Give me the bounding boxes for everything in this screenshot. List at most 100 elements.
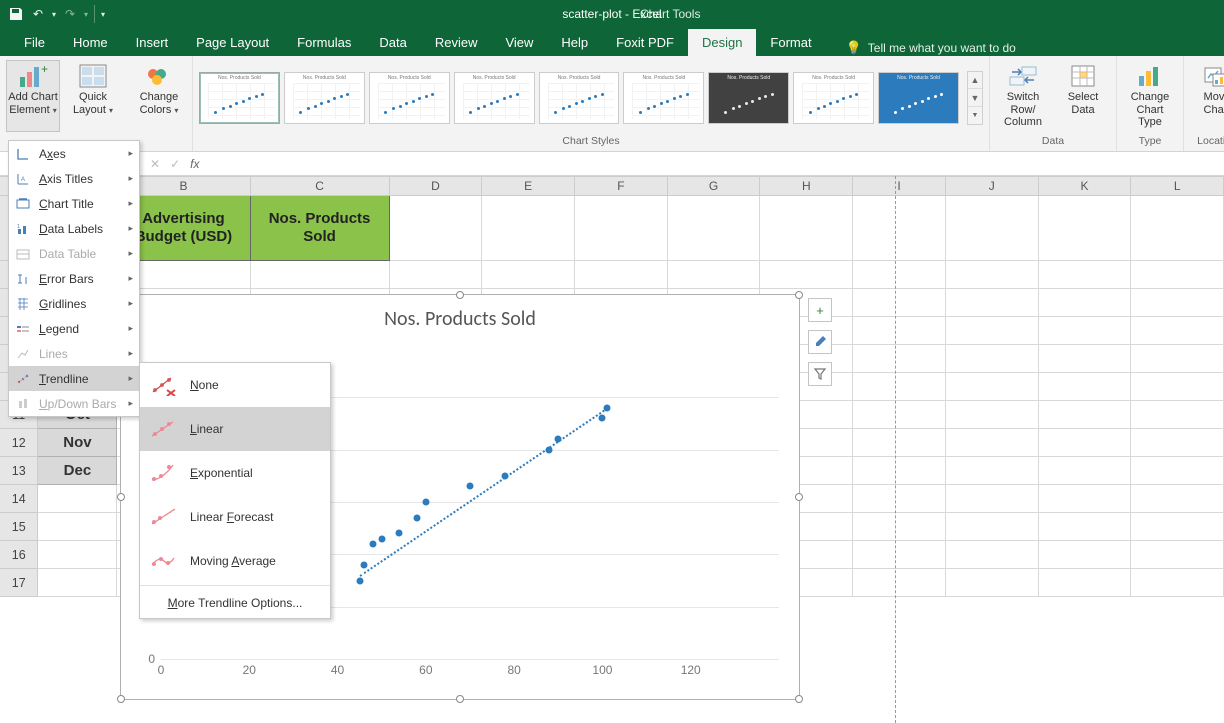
data-point[interactable] <box>361 561 368 568</box>
scroll-down-icon[interactable]: ▼ <box>968 89 982 107</box>
data-point[interactable] <box>422 499 429 506</box>
chart-style-thumb[interactable]: Nos. Products Sold <box>199 72 280 124</box>
chart-elements-button[interactable]: + <box>808 298 832 322</box>
cell-month[interactable]: Nov <box>38 429 117 457</box>
tab-file[interactable]: File <box>10 29 59 56</box>
formula-input[interactable] <box>209 152 1224 175</box>
undo-caret-icon[interactable]: ▾ <box>52 10 56 19</box>
ribbon-tabs: File Home Insert Page Layout Formulas Da… <box>0 28 1224 56</box>
data-point[interactable] <box>467 483 474 490</box>
x-tick-label: 120 <box>681 663 701 677</box>
row-header[interactable]: 16 <box>0 541 38 569</box>
tab-help[interactable]: Help <box>547 29 602 56</box>
menu-item-data-labels[interactable]: 1Data Labels▸ <box>9 216 139 241</box>
tell-me-search[interactable]: 💡 Tell me what you want to do <box>846 40 1016 56</box>
undo-icon[interactable]: ↶ <box>30 6 46 22</box>
row-header[interactable]: 15 <box>0 513 38 541</box>
column-header-E[interactable]: E <box>482 177 575 195</box>
lines-icon <box>15 346 31 362</box>
tab-home[interactable]: Home <box>59 29 122 56</box>
data-point[interactable] <box>599 415 606 422</box>
add-chart-element-button[interactable]: + Add Chart Element ▾ <box>6 60 60 132</box>
tab-review[interactable]: Review <box>421 29 492 56</box>
tab-design[interactable]: Design <box>688 29 756 56</box>
column-header-D[interactable]: D <box>390 177 483 195</box>
switch-row-column-button[interactable]: Switch Row/ Column <box>996 60 1050 132</box>
change-colors-button[interactable]: Change Colors ▾ <box>132 60 186 132</box>
trendline[interactable] <box>359 408 607 577</box>
menu-item-axis-titles[interactable]: AAxis Titles▸ <box>9 166 139 191</box>
data-point[interactable] <box>414 514 421 521</box>
chart-style-thumb[interactable]: Nos. Products Sold <box>878 72 959 124</box>
row-header[interactable]: 13 <box>0 457 38 485</box>
column-headers[interactable]: ABCDEFGHIJKL <box>0 176 1224 196</box>
chart-style-thumb[interactable]: Nos. Products Sold <box>708 72 789 124</box>
chart-style-thumb[interactable]: Nos. Products Sold <box>369 72 450 124</box>
tab-formulas[interactable]: Formulas <box>283 29 365 56</box>
tab-view[interactable]: View <box>491 29 547 56</box>
column-header-K[interactable]: K <box>1039 177 1132 195</box>
chart-style-thumb[interactable]: Nos. Products Sold <box>284 72 365 124</box>
menu-item-legend[interactable]: Legend▸ <box>9 316 139 341</box>
column-header-I[interactable]: I <box>853 177 946 195</box>
select-data-button[interactable]: Select Data <box>1056 60 1110 132</box>
enter-icon[interactable]: ✓ <box>170 157 180 171</box>
change-chart-type-button[interactable]: Change Chart Type <box>1123 60 1177 132</box>
menu-item-chart-title[interactable]: Chart Title▸ <box>9 191 139 216</box>
column-header-H[interactable]: H <box>760 177 853 195</box>
data-point[interactable] <box>369 540 376 547</box>
trendline-linear-forecast-icon <box>148 504 178 530</box>
trendline-option-linear[interactable]: Linear <box>140 407 330 451</box>
expand-gallery-icon[interactable]: ▼ <box>968 107 982 124</box>
chart-style-thumb[interactable]: Nos. Products Sold <box>793 72 874 124</box>
data-point[interactable] <box>396 530 403 537</box>
column-header-F[interactable]: F <box>575 177 668 195</box>
trendline-option-linear-forecast[interactable]: Linear Forecast <box>140 495 330 539</box>
menu-item-error-bars[interactable]: Error Bars▸ <box>9 266 139 291</box>
data-point[interactable] <box>356 577 363 584</box>
tab-data[interactable]: Data <box>365 29 420 56</box>
scroll-up-icon[interactable]: ▲ <box>968 72 982 90</box>
chart-styles-scroll[interactable]: ▲ ▼ ▼ <box>967 71 983 125</box>
row-header[interactable]: 17 <box>0 569 38 597</box>
row-header[interactable]: 12 <box>0 429 38 457</box>
quick-layout-button[interactable]: Quick Layout ▾ <box>66 60 120 132</box>
trendline-option-none[interactable]: None <box>140 363 330 407</box>
menu-item-trendline[interactable]: Trendline▸ <box>9 366 139 391</box>
chart-filters-button[interactable] <box>808 362 832 386</box>
chart-style-thumb[interactable]: Nos. Products Sold <box>623 72 704 124</box>
tab-format[interactable]: Format <box>756 29 825 56</box>
submenu-arrow-icon: ▸ <box>128 198 133 209</box>
menu-item-axes[interactable]: Axes▸ <box>9 141 139 166</box>
save-icon[interactable] <box>8 6 24 22</box>
move-chart-button[interactable]: Move Chart <box>1190 60 1224 132</box>
redo-caret-icon[interactable]: ▾ <box>84 10 88 19</box>
fx-icon[interactable]: fx <box>190 157 199 171</box>
column-header-C[interactable]: C <box>251 177 390 195</box>
menu-item-label: Axes <box>39 147 66 161</box>
chart-title[interactable]: Nos. Products Sold <box>121 307 799 331</box>
trendline-option-moving-average[interactable]: Moving Average <box>140 539 330 583</box>
column-header-J[interactable]: J <box>946 177 1039 195</box>
chart-style-thumb[interactable]: Nos. Products Sold <box>454 72 535 124</box>
row-header[interactable]: 14 <box>0 485 38 513</box>
cell-month[interactable]: Dec <box>38 457 117 485</box>
chart-styles-button[interactable] <box>808 330 832 354</box>
cancel-icon[interactable]: ✕ <box>150 157 160 171</box>
more-trendline-options[interactable]: More Trendline Options... <box>140 588 330 618</box>
tab-page-layout[interactable]: Page Layout <box>182 29 283 56</box>
chart-style-thumb[interactable]: Nos. Products Sold <box>539 72 620 124</box>
cell-header-c[interactable]: Nos. Products Sold <box>251 196 390 261</box>
tab-insert[interactable]: Insert <box>122 29 183 56</box>
menu-item-gridlines[interactable]: Gridlines▸ <box>9 291 139 316</box>
data-point[interactable] <box>378 535 385 542</box>
trendline-linear-icon <box>148 416 178 442</box>
column-header-L[interactable]: L <box>1131 177 1224 195</box>
column-header-G[interactable]: G <box>668 177 761 195</box>
tab-foxit-pdf[interactable]: Foxit PDF <box>602 29 688 56</box>
chart-styles-gallery[interactable]: Nos. Products SoldNos. Products SoldNos.… <box>199 70 959 126</box>
customize-qat-icon[interactable]: ▾ <box>101 10 105 19</box>
x-tick-label: 100 <box>592 663 612 677</box>
trendline-option-exponential[interactable]: Exponential <box>140 451 330 495</box>
redo-icon[interactable]: ↷ <box>62 6 78 22</box>
